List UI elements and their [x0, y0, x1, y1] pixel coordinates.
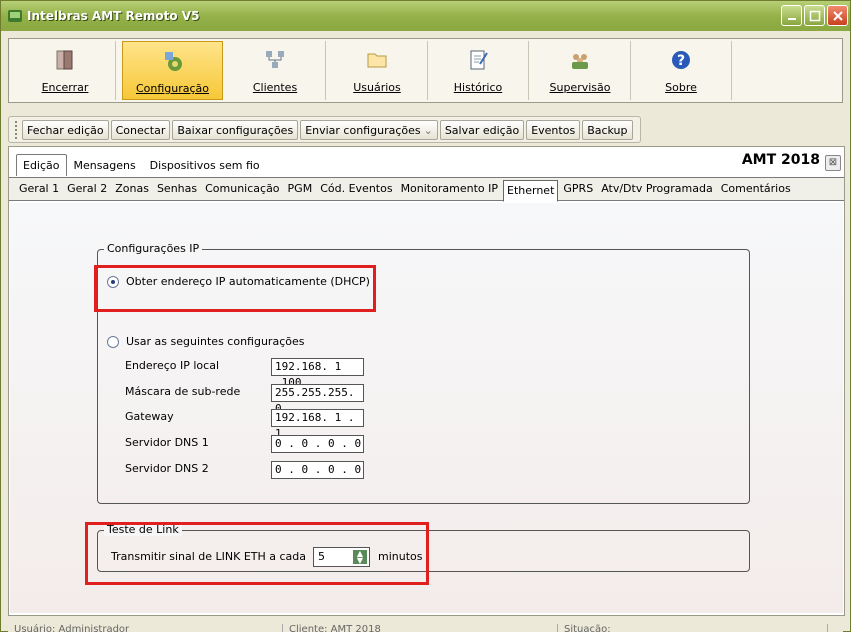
ethernet-panel: Configurações IP Obter endereço IP autom… — [10, 203, 843, 613]
ribbon-label: Encerrar — [41, 81, 89, 94]
manual-label: Usar as seguintes configurações — [126, 335, 305, 348]
subtab-geral2[interactable]: Geral 2 — [64, 179, 110, 199]
tab-mensagens[interactable]: Mensagens — [67, 154, 143, 176]
subtab-zonas[interactable]: Zonas — [112, 179, 152, 199]
fechar-edicao-button[interactable]: Fechar edição — [22, 119, 109, 140]
ip-legend: Configurações IP — [104, 242, 203, 255]
edit-area: Edição Mensagens Dispositivos sem fio AM… — [8, 146, 845, 616]
app-icon — [8, 10, 22, 22]
ribbon-sobre-button[interactable]: ? Sobre — [631, 41, 732, 100]
window-title: Intelbras AMT Remoto V5 — [27, 9, 200, 23]
config-icon — [164, 52, 182, 71]
eventos-button[interactable]: Eventos — [526, 119, 581, 140]
main-ribbon: Encerrar Configuração Clientes Usuários … — [8, 38, 843, 103]
minimize-icon — [788, 18, 796, 20]
subtab-senhas[interactable]: Senhas — [154, 179, 200, 199]
subtab-comunicacao[interactable]: Comunicação — [202, 179, 282, 199]
folder-icon — [367, 53, 387, 68]
subtab-pgm[interactable]: PGM — [285, 179, 316, 199]
ribbon-configuracao-button[interactable]: Configuração — [122, 41, 223, 100]
mascara-field[interactable]: 255.255.255. 0 — [271, 384, 364, 415]
ribbon-label: Histórico — [453, 81, 503, 94]
maximize-button[interactable] — [804, 5, 825, 26]
tab-edicao[interactable]: Edição — [16, 154, 67, 176]
dns2-label: Servidor DNS 2 — [125, 462, 209, 475]
ribbon-label: Clientes — [252, 81, 298, 94]
ribbon-label: Supervisão — [549, 81, 611, 94]
dns1-field[interactable]: 0 . 0 . 0 . 0 — [271, 435, 364, 453]
panel-title: AMT 2018 — [741, 152, 820, 168]
close-icon — [833, 11, 843, 21]
conectar-button[interactable]: Conectar — [110, 119, 171, 140]
status-cliente: Cliente: AMT 2018 — [283, 624, 558, 632]
ribbon-usuarios-button[interactable]: Usuários — [327, 41, 428, 100]
subtab-ethernet[interactable]: Ethernet — [503, 179, 559, 202]
ribbon-label: Usuários — [353, 81, 401, 94]
gateway-label: Gateway — [125, 410, 174, 423]
close-window-button[interactable] — [827, 5, 848, 26]
door-icon — [56, 50, 73, 70]
config-subtabs: Geral 1 Geral 2 Zonas Senhas Comunicação… — [9, 177, 844, 202]
salvar-edicao-button[interactable]: Salvar edição — [439, 119, 525, 140]
dns1-label: Servidor DNS 1 — [125, 436, 209, 449]
document-icon — [470, 50, 488, 70]
ribbon-label: Configuração — [135, 82, 210, 95]
manual-radio[interactable]: Usar as seguintes configurações — [107, 335, 304, 348]
baixar-configuracoes-button[interactable]: Baixar configurações — [172, 119, 299, 140]
title-bar[interactable]: Intelbras AMT Remoto V5 — [1, 1, 850, 31]
svg-text:?: ? — [677, 53, 685, 69]
ribbon-historico-button[interactable]: Histórico — [428, 41, 529, 100]
enviar-configuracoes-label: Enviar configurações — [305, 123, 421, 137]
edit-toolbar: Fechar edição Conectar Baixar configuraç… — [8, 116, 641, 143]
status-situacao: Situação: — [558, 624, 828, 632]
help-icon: ? — [672, 51, 690, 69]
ribbon-encerrar-button[interactable]: Encerrar — [15, 41, 116, 100]
toolbar-grip[interactable] — [15, 120, 18, 139]
highlight-box — [94, 265, 376, 312]
subtab-atv-dtv[interactable]: Atv/Dtv Programada — [598, 179, 716, 199]
subtab-geral1[interactable]: Geral 1 — [16, 179, 62, 199]
subtab-monitoramento-ip[interactable]: Monitoramento IP — [398, 179, 501, 199]
highlight-box — [85, 522, 429, 585]
minimize-button[interactable] — [781, 5, 802, 26]
status-bar: Usuário: Administrador Cliente: AMT 2018… — [8, 621, 843, 632]
chevron-down-icon: ⌄ — [423, 123, 433, 137]
dns2-field[interactable]: 0 . 0 . 0 . 0 — [271, 461, 364, 479]
tab-dispositivos[interactable]: Dispositivos sem fio — [143, 154, 267, 176]
ribbon-label: Sobre — [665, 81, 697, 94]
close-panel-button[interactable]: ⊠ — [825, 155, 841, 171]
ip-local-label: Endereço IP local — [125, 359, 219, 372]
mascara-label: Máscara de sub-rede — [125, 385, 241, 398]
ribbon-clientes-button[interactable]: Clientes — [225, 41, 326, 100]
subtab-comentarios[interactable]: Comentários — [718, 179, 794, 199]
maximize-icon — [809, 10, 821, 22]
subtab-gprs[interactable]: GPRS — [560, 179, 596, 199]
supervision-icon — [572, 54, 588, 69]
ip-local-field[interactable]: 192.168. 1 .100 — [271, 358, 364, 389]
radio-unselected-icon — [107, 335, 119, 348]
subtab-cod-eventos[interactable]: Cód. Eventos — [317, 179, 395, 199]
app-window: Intelbras AMT Remoto V5 Encerrar Configu… — [0, 0, 851, 632]
status-usuario: Usuário: Administrador — [8, 624, 283, 632]
backup-button[interactable]: Backup — [582, 119, 633, 140]
gateway-field[interactable]: 192.168. 1 . 1 — [271, 409, 364, 440]
enviar-configuracoes-button[interactable]: Enviar configurações ⌄ — [300, 119, 438, 140]
ribbon-supervisao-button[interactable]: Supervisão — [530, 41, 631, 100]
clients-icon — [266, 51, 284, 68]
